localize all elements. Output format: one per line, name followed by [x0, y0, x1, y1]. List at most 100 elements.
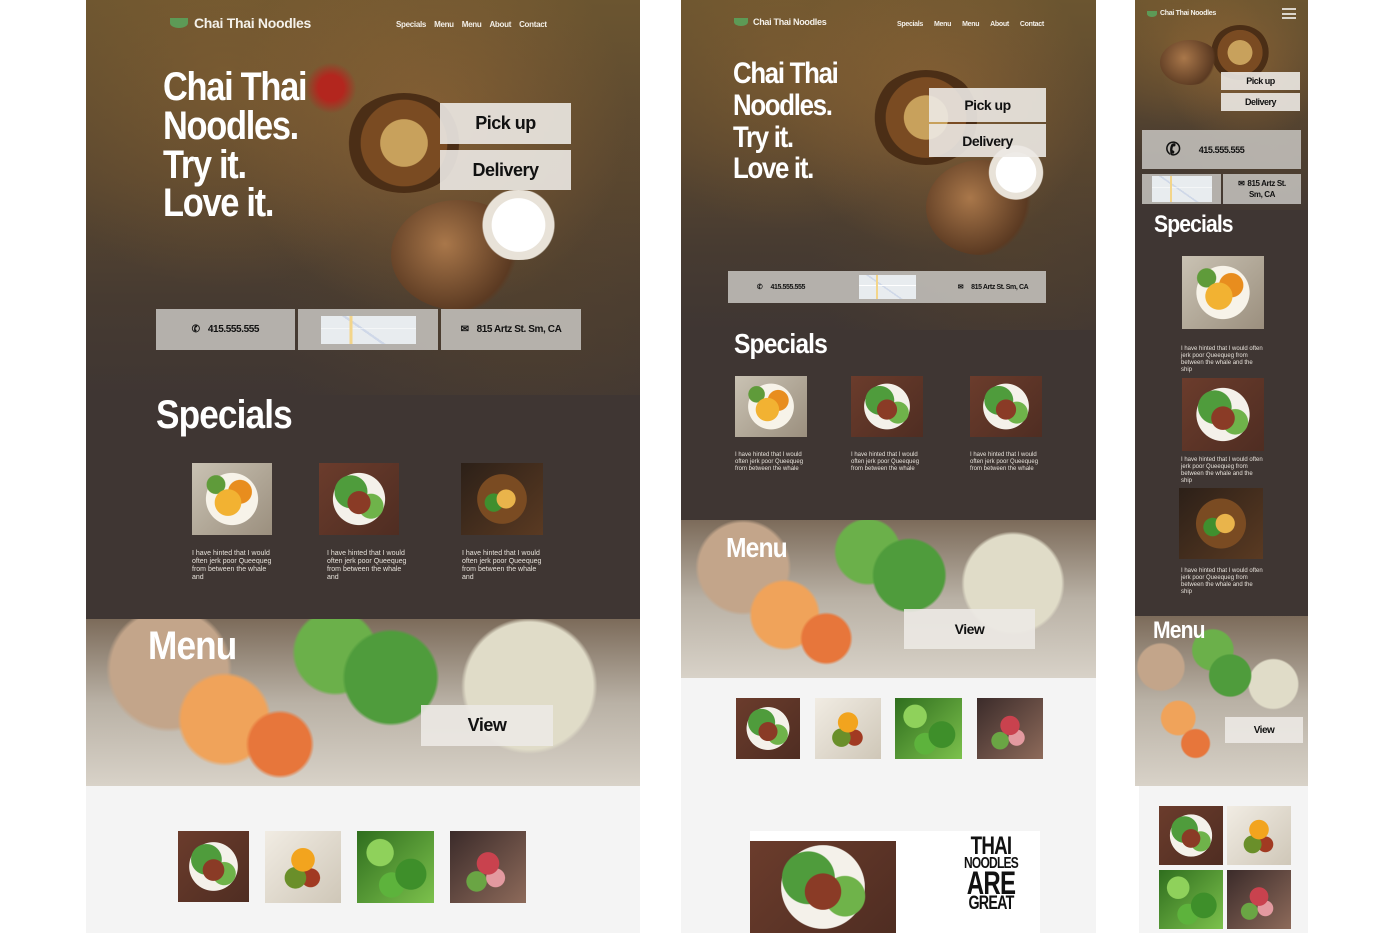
delivery-button[interactable]: Delivery	[440, 150, 571, 190]
special-image-2	[851, 376, 923, 437]
phone-number: 415.555.555	[1198, 144, 1245, 155]
special-image-3	[1179, 488, 1263, 559]
special-image-3	[970, 376, 1042, 437]
mobile-mockup: Chai Thai Noodles Pick up Delivery ✆ 415…	[1135, 0, 1308, 933]
phone-tile[interactable]: ✆ 415.555.555	[1142, 130, 1301, 169]
brand-name: Chai Thai Noodles	[194, 15, 312, 31]
menu-title: Menu	[148, 624, 237, 668]
nav-item-menu[interactable]: Menu	[934, 21, 951, 28]
gallery-image-1[interactable]	[178, 831, 249, 902]
promo-line-1: THAI	[970, 832, 1012, 860]
special-image-1	[1182, 256, 1264, 329]
delivery-button[interactable]: Delivery	[929, 124, 1046, 157]
pickup-button[interactable]: Pick up	[1221, 72, 1300, 90]
view-menu-button[interactable]: View	[421, 705, 553, 746]
gallery-image-4[interactable]	[977, 698, 1043, 759]
map-icon	[320, 315, 416, 344]
brand-name: Chai Thai Noodles	[753, 17, 827, 27]
special-caption-3: I have hinted that I would often jerk po…	[462, 550, 542, 582]
gallery-image-3[interactable]	[1159, 870, 1223, 929]
map-icon	[858, 275, 916, 299]
nav-item-menu[interactable]: Menu	[434, 20, 454, 29]
gallery-image-2[interactable]	[1227, 806, 1291, 865]
gallery-image-2[interactable]	[815, 698, 881, 759]
desktop-mockup: Chai Thai Noodles Specials Menu Menu About C…	[86, 0, 640, 933]
hero-line-1: Chai Thai	[163, 65, 308, 109]
address-line-1: 815 Artz St.	[1247, 178, 1286, 188]
logo[interactable]: Chai Thai Noodles	[170, 15, 311, 31]
hero-line-4: Love it.	[163, 181, 274, 226]
map-tile[interactable]	[298, 309, 438, 350]
hero-line-3: Try it.	[733, 120, 794, 154]
phone-number: 415.555.555	[770, 283, 805, 291]
nav-item-menu-2[interactable]: Menu	[462, 20, 482, 29]
gallery-image-1[interactable]	[1159, 806, 1223, 865]
specials-title: Specials	[734, 328, 828, 359]
gallery-image-3[interactable]	[895, 698, 962, 759]
gallery-image-2[interactable]	[265, 831, 341, 903]
hero-line-3: Try it.	[163, 142, 247, 187]
brand-name: Chai Thai Noodles	[1160, 10, 1216, 17]
promo-line-4: GREAT	[968, 892, 1014, 914]
tablet-mockup: Chai Thai Noodles Specials Menu Menu About C…	[681, 0, 1096, 933]
logo[interactable]: Chai Thai Noodles	[1147, 10, 1216, 17]
hamburger-menu-icon[interactable]	[1282, 8, 1296, 19]
special-caption-1: I have hinted that I would often jerk po…	[735, 452, 804, 472]
special-caption-3: I have hinted that I would often jerk po…	[1181, 568, 1263, 595]
address-tile[interactable]: ✉ 815 Artz St. Sm, CA	[940, 271, 1046, 303]
view-menu-button[interactable]: View	[904, 609, 1035, 649]
phone-icon: ✆	[1163, 137, 1183, 161]
promo-text: THAI NOODLES ARE GREAT	[961, 832, 1021, 914]
nav-item-menu-2[interactable]: Menu	[962, 21, 979, 28]
nav-bar: Specials Menu Menu About Contact	[897, 21, 1052, 28]
specials-title: Specials	[1154, 211, 1234, 238]
delivery-button[interactable]: Delivery	[1221, 93, 1300, 111]
special-caption-1: I have hinted that I would often jerk po…	[192, 550, 272, 582]
address-text: 815 Artz St. Sm, CA	[971, 283, 1029, 291]
logo[interactable]: Chai Thai Noodles	[734, 17, 827, 27]
map-tile[interactable]	[1142, 174, 1221, 204]
gallery-image-4[interactable]	[1227, 870, 1291, 929]
nav-item-about[interactable]: About	[990, 21, 1009, 28]
specials-title: Specials	[156, 393, 293, 437]
special-image-1	[192, 463, 272, 535]
address-line-2: Sm, CA	[1248, 189, 1276, 199]
phone-icon: ✆	[756, 283, 764, 292]
hero-headline: Chai Thai Noodles. Try it. Love it.	[733, 58, 839, 186]
gallery-image-4[interactable]	[450, 831, 526, 903]
address-tile[interactable]: ✉ 815 Artz St. Sm, CA	[1223, 174, 1301, 204]
pickup-button[interactable]: Pick up	[440, 103, 571, 144]
nav-bar: Specials Menu Menu About Contact	[396, 20, 555, 29]
phone-tile[interactable]: ✆ 415.555.555	[156, 309, 295, 350]
gallery-image-3[interactable]	[357, 831, 434, 903]
hero-line-2: Noodles.	[733, 88, 833, 122]
hero-headline: Chai Thai Noodles. Try it. Love it.	[163, 65, 308, 226]
phone-tile[interactable]: ✆ 415.555.555	[728, 271, 834, 303]
special-image-3	[461, 463, 543, 535]
special-caption-1: I have hinted that I would often jerk po…	[1181, 346, 1263, 373]
special-caption-2: I have hinted that I would often jerk po…	[327, 550, 407, 582]
address-tile[interactable]: ✉ 815 Artz St. Sm, CA	[441, 309, 581, 350]
coconut-half-image	[471, 190, 566, 260]
special-image-1	[735, 376, 807, 437]
chili-image	[301, 58, 361, 118]
nav-item-about[interactable]: About	[489, 20, 511, 29]
view-menu-button[interactable]: View	[1225, 717, 1303, 743]
nav-item-contact[interactable]: Contact	[1020, 21, 1044, 28]
hero-line-2: Noodles.	[163, 103, 299, 148]
nav-item-contact[interactable]: Contact	[519, 20, 547, 29]
special-caption-2: I have hinted that I would often jerk po…	[1181, 457, 1263, 484]
phone-number: 415.555.555	[207, 324, 260, 335]
bowl-logo-icon	[734, 18, 748, 26]
address-text: 815 Artz St. Sm, CA	[476, 324, 562, 335]
nav-item-specials[interactable]: Specials	[897, 21, 923, 28]
gallery-image-1[interactable]	[736, 698, 800, 759]
mail-icon: ✉	[957, 284, 964, 291]
special-caption-3: I have hinted that I would often jerk po…	[970, 452, 1039, 472]
promo-image	[750, 841, 896, 933]
map-tile[interactable]	[834, 271, 940, 303]
mail-icon: ✉	[1238, 178, 1245, 188]
hero-line-4: Love it.	[733, 152, 814, 186]
nav-item-specials[interactable]: Specials	[396, 20, 426, 29]
pickup-button[interactable]: Pick up	[929, 88, 1046, 122]
